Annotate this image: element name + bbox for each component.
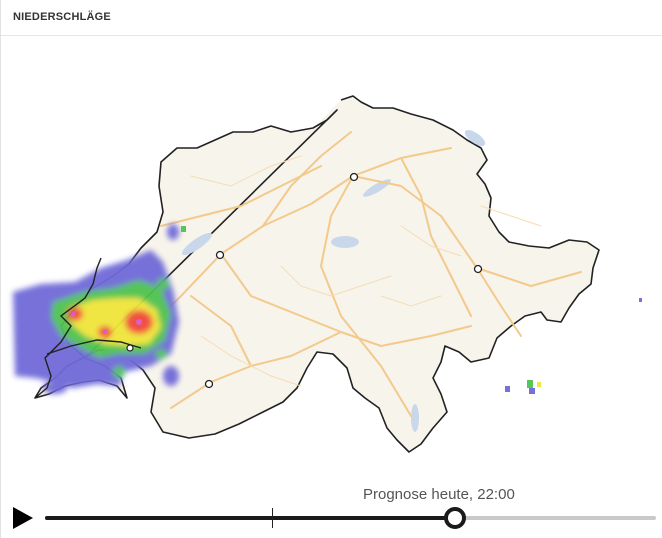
play-icon (13, 507, 33, 529)
lake-maggiore (411, 404, 419, 432)
timeline-slider[interactable] (45, 507, 656, 529)
city-marker-zurich[interactable] (349, 172, 359, 182)
widget-header: NIEDERSCHLÄGE (1, 0, 662, 36)
timeline-now-marker (272, 508, 274, 528)
city-marker-bern[interactable] (215, 250, 225, 260)
forecast-time-label: Prognose heute, 22:00 (363, 486, 515, 503)
city-marker-sion[interactable] (204, 379, 214, 389)
play-button[interactable] (9, 504, 37, 532)
city-marker-chur[interactable] (473, 264, 483, 274)
timeline-handle[interactable] (443, 507, 466, 529)
widget-title: NIEDERSCHLÄGE (13, 11, 111, 23)
city-marker-lausanne[interactable] (126, 344, 134, 352)
timeline-progress (45, 516, 455, 520)
precipitation-widget: NIEDERSCHLÄGE Prognose heute, 22:00 (0, 0, 662, 538)
lake-lucerne (331, 236, 359, 248)
precipitation-map[interactable] (1, 36, 662, 476)
